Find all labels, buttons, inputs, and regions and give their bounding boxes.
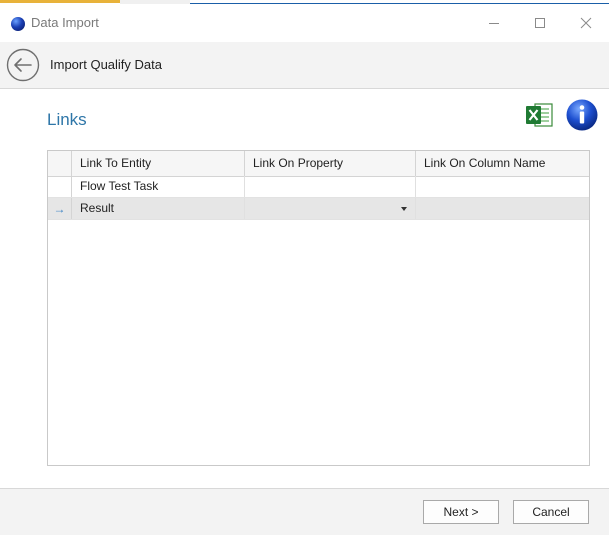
close-icon bbox=[580, 17, 592, 29]
back-arrow-icon bbox=[6, 48, 40, 82]
excel-button[interactable] bbox=[524, 100, 554, 130]
table-row[interactable]: Flow Test Task bbox=[48, 176, 589, 198]
cell-link-on-column-name[interactable] bbox=[416, 176, 589, 197]
next-button[interactable]: Next > bbox=[423, 500, 499, 524]
info-icon bbox=[566, 99, 598, 131]
minimize-icon bbox=[489, 22, 499, 24]
footer-bar: Next > Cancel bbox=[0, 488, 609, 535]
info-button[interactable] bbox=[565, 98, 599, 132]
cell-link-to-entity[interactable]: Flow Test Task bbox=[72, 176, 245, 197]
row-indicator bbox=[48, 176, 72, 197]
maximize-icon bbox=[535, 18, 545, 28]
page-header: Import Qualify Data bbox=[0, 42, 609, 89]
chevron-down-icon[interactable] bbox=[401, 207, 407, 211]
column-header-link-to-entity[interactable]: Link To Entity bbox=[72, 151, 245, 176]
cell-link-on-column-name[interactable] bbox=[416, 198, 589, 219]
property-dropdown[interactable] bbox=[245, 198, 416, 219]
links-grid: Link To Entity Link On Property Link On … bbox=[47, 150, 590, 466]
app-globe-icon bbox=[11, 17, 25, 31]
maximize-button[interactable] bbox=[520, 8, 560, 38]
window-title: Data Import bbox=[31, 15, 99, 30]
cell-link-to-entity[interactable]: Result bbox=[72, 198, 245, 219]
column-header-link-on-column-name[interactable]: Link On Column Name bbox=[416, 151, 589, 176]
cell-link-on-property[interactable] bbox=[245, 176, 416, 197]
page-title: Import Qualify Data bbox=[50, 57, 162, 72]
current-row-arrow-icon: → bbox=[48, 198, 72, 219]
back-button[interactable] bbox=[6, 48, 40, 82]
minimize-button[interactable] bbox=[474, 8, 514, 38]
column-header-link-on-property[interactable]: Link On Property bbox=[245, 151, 416, 176]
close-button[interactable] bbox=[566, 8, 606, 38]
cancel-button[interactable]: Cancel bbox=[513, 500, 589, 524]
title-bar: Data Import bbox=[0, 4, 609, 42]
top-accent-bar bbox=[0, 0, 120, 3]
grid-header: Link To Entity Link On Property Link On … bbox=[48, 151, 589, 177]
excel-icon bbox=[526, 103, 553, 127]
section-title: Links bbox=[47, 110, 87, 129]
table-row[interactable]: → Result bbox=[48, 198, 589, 220]
row-indicator-header bbox=[48, 151, 72, 176]
